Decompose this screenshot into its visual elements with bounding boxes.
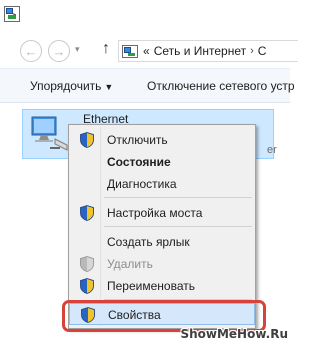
breadcrumb-chevron-icon[interactable]: › xyxy=(250,45,254,57)
menu-separator xyxy=(104,226,252,227)
menu-item-label: Диагностика xyxy=(107,177,177,191)
menu-item-label: Настройка моста xyxy=(107,206,203,220)
address-field[interactable]: « Сеть и Интернет › С xyxy=(118,40,298,62)
menu-item-label: Переименовать xyxy=(107,279,195,293)
menu-item-delete: Удалить xyxy=(69,253,255,275)
context-menu: Отключить Состояние Диагностика Настройк… xyxy=(68,124,256,329)
menu-item-disable[interactable]: Отключить xyxy=(69,129,255,151)
menu-item-label: Состояние xyxy=(107,155,171,169)
menu-item-label: Отключить xyxy=(107,133,168,147)
menu-item-bridge-connections[interactable]: Настройка моста xyxy=(69,202,255,224)
menu-item-label: Создать ярлык xyxy=(107,235,190,249)
menu-separator xyxy=(104,197,252,198)
network-connections-icon xyxy=(4,6,20,22)
window-titlebar xyxy=(0,0,290,32)
menu-item-status[interactable]: Состояние xyxy=(69,151,255,173)
up-button[interactable]: ↑ xyxy=(102,41,110,57)
breadcrumb-overflow[interactable]: « xyxy=(143,44,150,58)
ethernet-adapter-icon xyxy=(31,116,68,151)
uac-shield-icon xyxy=(80,256,94,272)
uac-shield-icon xyxy=(80,132,94,148)
forward-button[interactable]: → xyxy=(48,40,70,62)
network-folder-icon xyxy=(122,44,138,58)
recent-locations-chevron-icon[interactable]: ▾ xyxy=(75,44,80,55)
address-bar: ← → ▾ ↑ « Сеть и Интернет › С xyxy=(0,32,298,68)
menu-item-diagnostics[interactable]: Диагностика xyxy=(69,173,255,195)
breadcrumb-next[interactable]: С xyxy=(258,44,267,58)
back-button[interactable]: ← xyxy=(20,40,42,62)
breadcrumb-network-internet[interactable]: Сеть и Интернет xyxy=(154,44,246,58)
organize-label: Упорядочить xyxy=(30,79,102,93)
arrow-left-icon: ← xyxy=(24,43,38,59)
arrow-right-icon: → xyxy=(52,43,66,59)
menu-item-label: Удалить xyxy=(107,257,153,271)
uac-shield-icon xyxy=(80,278,94,294)
watermark: ShowMeHow.Ru xyxy=(180,327,288,341)
adapter-description: er xyxy=(267,144,277,156)
uac-shield-icon xyxy=(80,205,94,221)
menu-item-rename[interactable]: Переименовать xyxy=(69,275,255,297)
organize-button[interactable]: Упорядочить ▼ xyxy=(30,79,113,93)
disable-network-device-button[interactable]: Отключение сетевого устр xyxy=(147,79,295,93)
command-bar: Упорядочить ▼ Отключение сетевого устр xyxy=(0,68,295,103)
chevron-down-icon: ▼ xyxy=(104,82,114,92)
menu-item-create-shortcut[interactable]: Создать ярлык xyxy=(69,231,255,253)
